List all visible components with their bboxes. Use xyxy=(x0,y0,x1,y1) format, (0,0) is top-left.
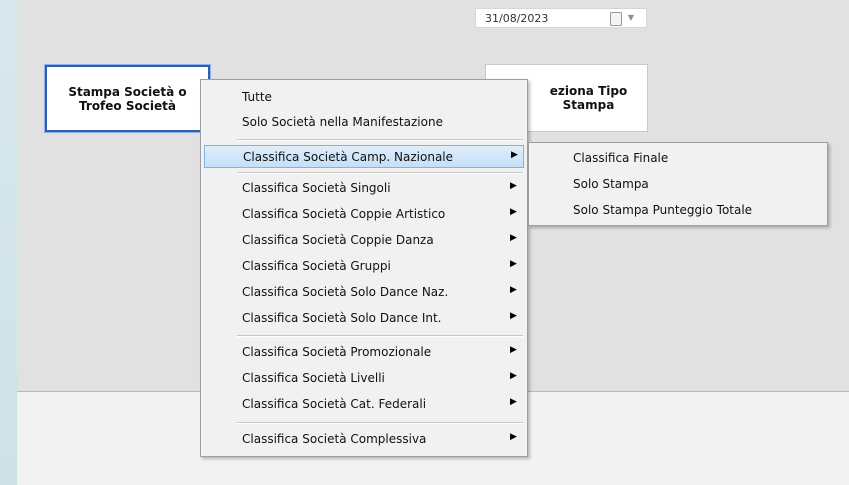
menu-item-label: Classifica Società Promozionale xyxy=(242,345,432,359)
menu-item-complessiva[interactable]: Classifica Società Complessiva ▶ xyxy=(204,428,524,451)
submenu-item-label: Solo Stampa Punteggio Totale xyxy=(573,203,753,217)
menu-item-tutte[interactable]: Tutte xyxy=(204,86,524,109)
submenu-arrow-icon: ▶ xyxy=(510,181,517,191)
menu-item-cat-federali[interactable]: Classifica Società Cat. Federali ▶ xyxy=(204,393,524,416)
menu-item-label: Classifica Società Cat. Federali xyxy=(242,397,427,411)
calendar-icon[interactable] xyxy=(610,12,622,26)
submenu-arrow-icon: ▶ xyxy=(510,311,517,321)
menu-item-label: Classifica Società Coppie Danza xyxy=(242,233,434,247)
menu-item-label: Classifica Società Solo Dance Naz. xyxy=(242,285,449,299)
submenu-item-label: Solo Stampa xyxy=(573,177,649,191)
menu-item-camp-nazionale[interactable]: Classifica Società Camp. Nazionale ▶ xyxy=(204,145,524,168)
menu-item-promozionale[interactable]: Classifica Società Promozionale ▶ xyxy=(204,341,524,364)
submenu-arrow-icon: ▶ xyxy=(510,259,517,269)
submenu-item-label: Classifica Finale xyxy=(573,151,669,165)
chevron-down-icon[interactable]: ▼ xyxy=(628,13,634,22)
menu-item-label: Solo Società nella Manifestazione xyxy=(242,115,443,129)
menu-item-label: Classifica Società Complessiva xyxy=(242,432,427,446)
menu-item-label: Tutte xyxy=(242,90,272,104)
submenu-arrow-icon: ▶ xyxy=(510,285,517,295)
date-value: 31/08/2023 xyxy=(485,12,549,25)
menu-item-coppie-danza[interactable]: Classifica Società Coppie Danza ▶ xyxy=(204,229,524,252)
submenu-arrow-icon: ▶ xyxy=(510,345,517,355)
menu-separator xyxy=(237,172,523,174)
menu-item-livelli[interactable]: Classifica Società Livelli ▶ xyxy=(204,367,524,390)
submenu-arrow-icon: ▶ xyxy=(510,397,517,407)
menu-item-label: Classifica Società Livelli xyxy=(242,371,385,385)
menu-separator xyxy=(237,422,523,424)
menu-separator xyxy=(237,335,523,337)
date-field[interactable]: 31/08/2023 ▼ xyxy=(475,8,647,28)
menu-item-coppie-artistico[interactable]: Classifica Società Coppie Artistico ▶ xyxy=(204,203,524,226)
menu-item-solo-dance-int[interactable]: Classifica Società Solo Dance Int. ▶ xyxy=(204,307,524,330)
submenu-arrow-icon: ▶ xyxy=(510,371,517,381)
menu-item-solo-societa[interactable]: Solo Società nella Manifestazione xyxy=(204,111,524,134)
submenu-item-classifica-finale[interactable]: Classifica Finale xyxy=(532,146,824,170)
submenu-arrow-icon: ▶ xyxy=(510,233,517,243)
menu-item-label: Classifica Società Coppie Artistico xyxy=(242,207,446,221)
menu-item-gruppi[interactable]: Classifica Società Gruppi ▶ xyxy=(204,255,524,278)
submenu-item-solo-stampa-punteggio[interactable]: Solo Stampa Punteggio Totale xyxy=(532,198,824,222)
stampa-societa-button[interactable]: Stampa Società o Trofeo Società xyxy=(44,64,211,133)
menu-item-label: Classifica Società Singoli xyxy=(242,181,391,195)
menu-item-label: Classifica Società Solo Dance Int. xyxy=(242,311,442,325)
context-menu: Tutte Solo Società nella Manifestazione … xyxy=(200,79,528,457)
stampa-societa-label: Stampa Società o Trofeo Società xyxy=(68,84,187,113)
submenu-item-solo-stampa[interactable]: Solo Stampa xyxy=(532,172,824,196)
submenu-arrow-icon: ▶ xyxy=(511,150,518,160)
menu-item-label: Classifica Società Camp. Nazionale xyxy=(243,150,454,164)
menu-item-label: Classifica Società Gruppi xyxy=(242,259,391,273)
menu-separator xyxy=(237,139,523,141)
submenu-camp-nazionale: Classifica Finale Solo Stampa Solo Stamp… xyxy=(528,142,828,226)
submenu-arrow-icon: ▶ xyxy=(510,432,517,442)
submenu-arrow-icon: ▶ xyxy=(510,207,517,217)
menu-item-singoli[interactable]: Classifica Società Singoli ▶ xyxy=(204,177,524,200)
menu-item-solo-dance-naz[interactable]: Classifica Società Solo Dance Naz. ▶ xyxy=(204,281,524,304)
